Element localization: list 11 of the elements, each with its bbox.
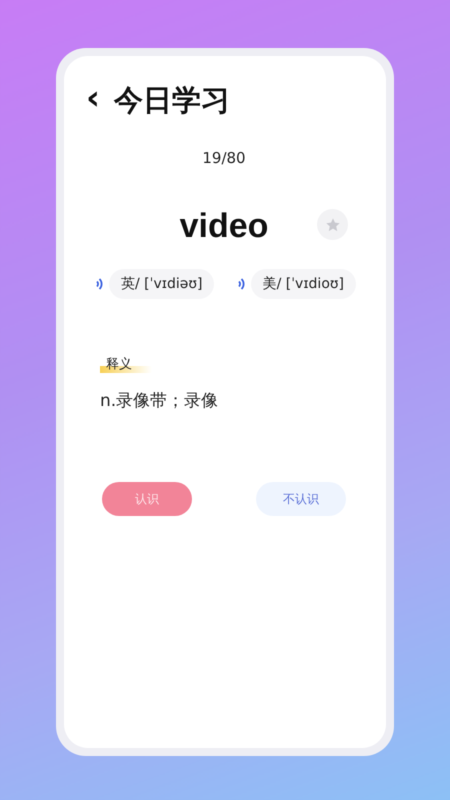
- word-text: video: [180, 206, 268, 246]
- pronunciation-button[interactable]: 英/ [ˈvɪdiəʊ]: [109, 269, 214, 299]
- pronunciation-button[interactable]: 美/ [ˈvɪdioʊ]: [250, 269, 356, 299]
- page-title: 今日学习: [114, 82, 230, 119]
- dont-know-button[interactable]: 不认识: [256, 482, 346, 516]
- back-button[interactable]: ‹: [84, 81, 102, 115]
- speaker-icon[interactable]: [96, 278, 103, 290]
- speaker-icon[interactable]: [238, 278, 245, 290]
- star-icon: [324, 216, 340, 232]
- definition-text: n.录像带；录像: [100, 390, 220, 412]
- progress-counter: 19/80: [201, 149, 247, 167]
